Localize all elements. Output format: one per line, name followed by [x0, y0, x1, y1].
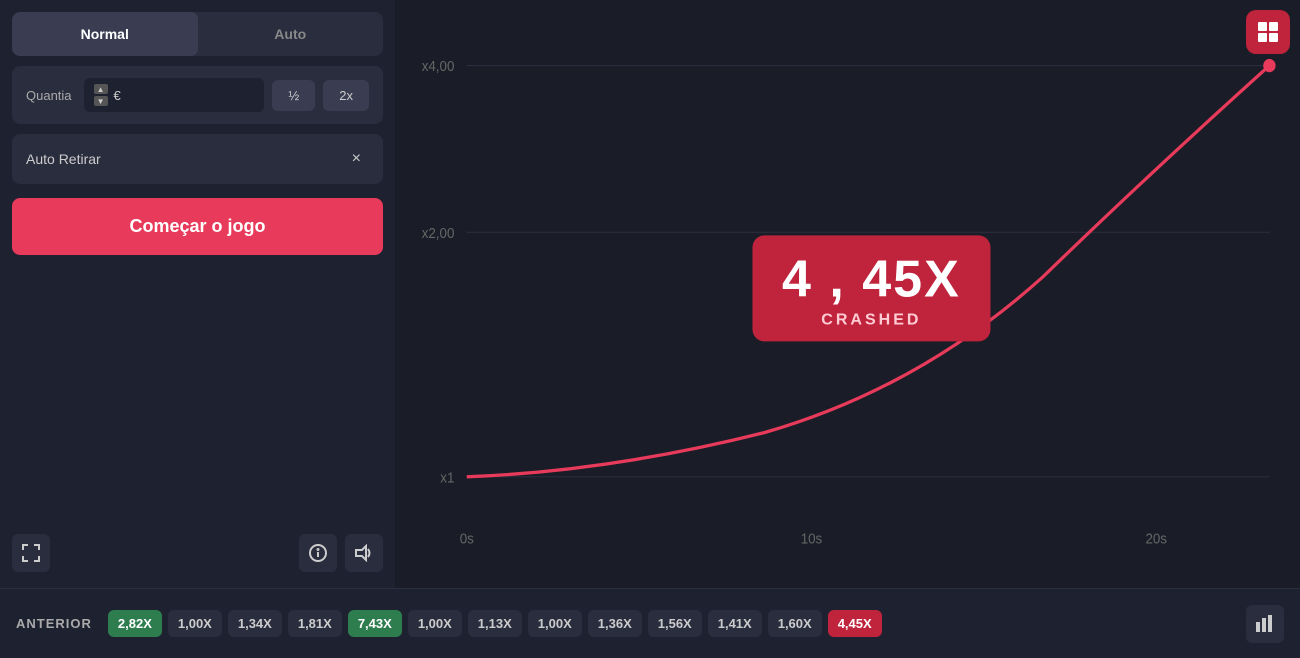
svg-text:x4,00: x4,00 [422, 58, 455, 75]
history-tag[interactable]: 1,41X [708, 610, 762, 637]
bar-chart-button[interactable] [1246, 605, 1284, 643]
history-tag[interactable]: 2,82X [108, 610, 162, 637]
history-tag[interactable]: 1,34X [228, 610, 282, 637]
history-tag[interactable]: 7,43X [348, 610, 402, 637]
svg-text:0s: 0s [460, 530, 474, 547]
bottom-bar: ANTERIOR 2,82X1,00X1,34X1,81X7,43X1,00X1… [0, 588, 1300, 658]
bottom-controls [12, 530, 383, 576]
amount-up-arrow[interactable]: ▲ [94, 84, 108, 94]
anterior-label: ANTERIOR [16, 616, 92, 631]
grid-icon-button[interactable] [1246, 10, 1290, 54]
history-tag[interactable]: 4,45X [828, 610, 882, 637]
crash-multiplier: 4 , 45X [782, 253, 961, 305]
right-panel: x4,00 x2,00 x1 0s 10s 20s 4 , 45X CRASHE… [395, 0, 1300, 588]
quantia-label: Quantia [26, 88, 72, 103]
amount-down-arrow[interactable]: ▼ [94, 96, 108, 106]
svg-text:x2,00: x2,00 [422, 224, 455, 241]
history-tag[interactable]: 1,60X [768, 610, 822, 637]
history-tag[interactable]: 1,81X [288, 610, 342, 637]
sound-button[interactable] [345, 534, 383, 572]
history-tag[interactable]: 1,13X [468, 610, 522, 637]
crash-label: CRASHED [782, 311, 961, 329]
history-tag[interactable]: 1,00X [168, 610, 222, 637]
amount-stepper[interactable]: ▲ ▼ [94, 84, 108, 106]
history-tag[interactable]: 1,36X [588, 610, 642, 637]
fullscreen-button[interactable] [12, 534, 50, 572]
auto-retirar-close-btn[interactable]: × [344, 146, 369, 172]
tab-normal[interactable]: Normal [12, 12, 198, 56]
currency-symbol: € [114, 88, 121, 103]
crash-badge: 4 , 45X CRASHED [752, 235, 991, 341]
chart-area: x4,00 x2,00 x1 0s 10s 20s 4 , 45X CRASHE… [405, 10, 1290, 588]
left-panel: Normal Auto Quantia ▲ ▼ € ½ 2x Auto Reti… [0, 0, 395, 588]
double-btn[interactable]: 2x [323, 80, 369, 111]
quantia-section: Quantia ▲ ▼ € ½ 2x [12, 66, 383, 124]
mode-tabs: Normal Auto [12, 12, 383, 56]
history-tag[interactable]: 1,56X [648, 610, 702, 637]
auto-retirar-section: Auto Retirar × [12, 134, 383, 184]
history-tag[interactable]: 1,00X [408, 610, 462, 637]
auto-retirar-label: Auto Retirar [26, 151, 101, 167]
history-tag[interactable]: 1,00X [528, 610, 582, 637]
tab-auto[interactable]: Auto [198, 12, 384, 56]
quantia-input-wrapper: ▲ ▼ € [84, 78, 265, 112]
half-btn[interactable]: ½ [272, 80, 315, 111]
svg-text:x1: x1 [440, 469, 454, 486]
svg-text:20s: 20s [1145, 530, 1167, 547]
start-game-button[interactable]: Começar o jogo [12, 198, 383, 255]
info-button[interactable] [299, 534, 337, 572]
history-tags: 2,82X1,00X1,34X1,81X7,43X1,00X1,13X1,00X… [108, 610, 1236, 637]
svg-text:10s: 10s [801, 530, 823, 547]
